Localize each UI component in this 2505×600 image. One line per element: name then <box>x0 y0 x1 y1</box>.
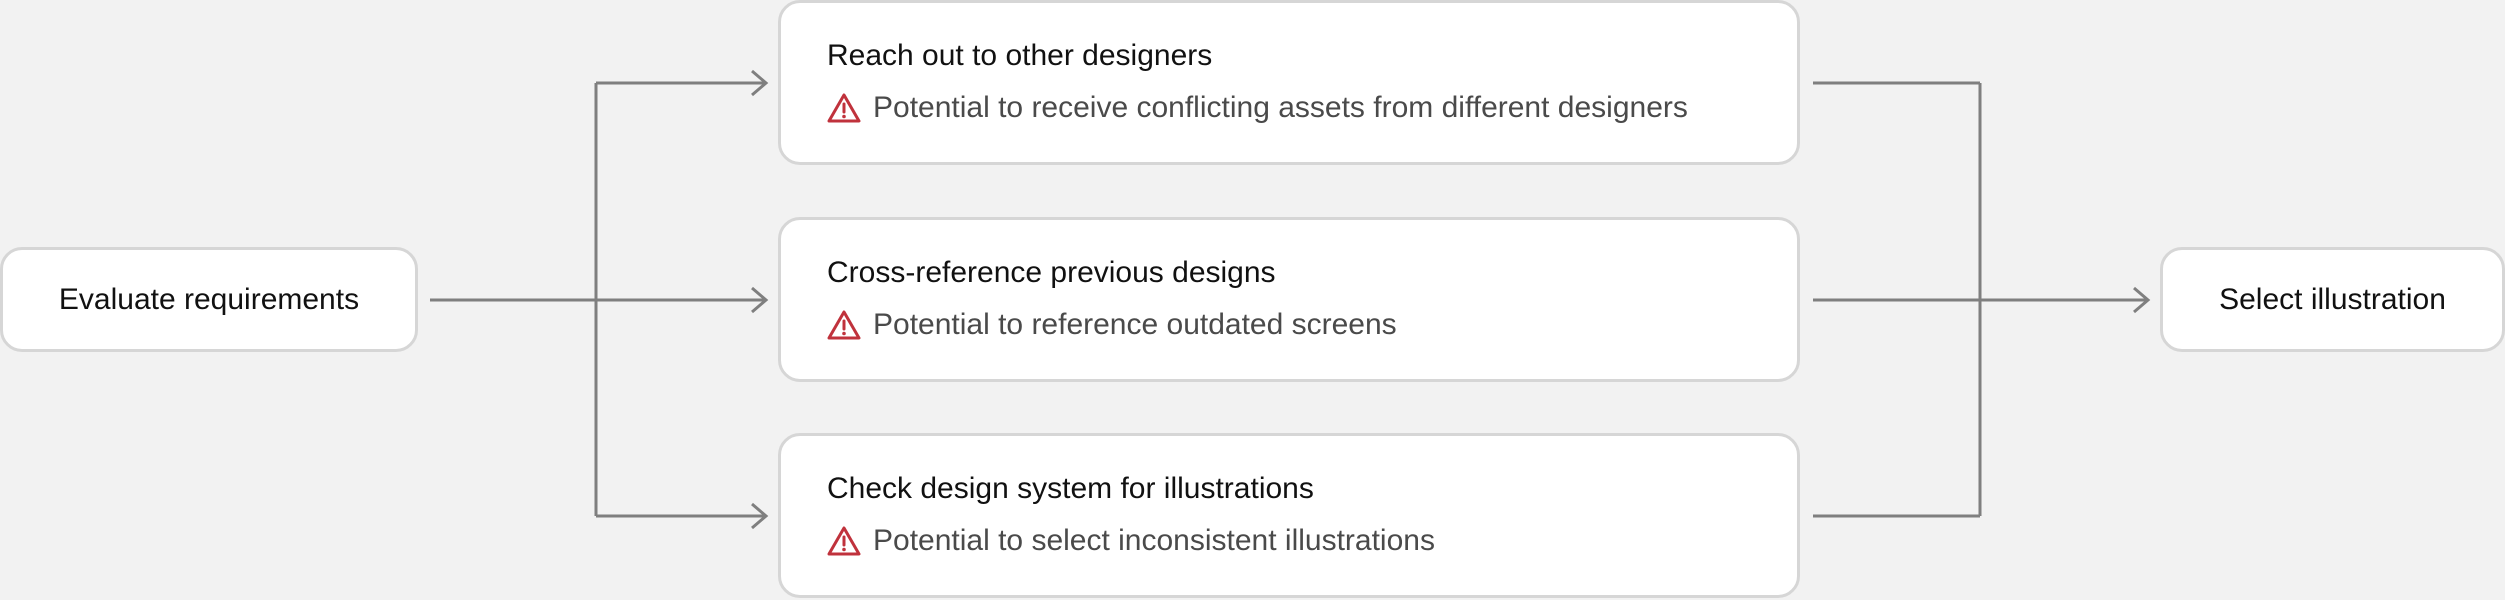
end-node-label: Select illustration <box>2219 282 2446 316</box>
step-title: Reach out to other designers <box>827 39 1213 72</box>
start-node-label: Evaluate requirements <box>58 282 360 316</box>
step-title: Check design system for illustrations <box>827 472 1314 505</box>
warning-icon <box>827 310 861 340</box>
step-node-1: Reach out to other designers Potential t… <box>778 0 1800 165</box>
step-risk: Potential to receive conflicting assets … <box>827 91 1688 125</box>
risk-text: Potential to reference outdated screens <box>873 308 1397 341</box>
warning-icon <box>827 526 861 556</box>
step-risk: Potential to select inconsistent illustr… <box>827 524 1435 558</box>
warning-icon <box>827 93 861 123</box>
risk-text: Potential to receive conflicting assets … <box>873 91 1688 124</box>
step-risk: Potential to reference outdated screens <box>827 308 1397 342</box>
step-title: Cross-reference previous designs <box>827 256 1276 289</box>
end-node: Select illustration <box>2160 247 2505 352</box>
step-node-2: Cross-reference previous designs Potenti… <box>778 217 1800 382</box>
risk-text: Potential to select inconsistent illustr… <box>873 524 1435 557</box>
start-node: Evaluate requirements <box>0 247 418 352</box>
step-node-3: Check design system for illustrations Po… <box>778 433 1800 598</box>
